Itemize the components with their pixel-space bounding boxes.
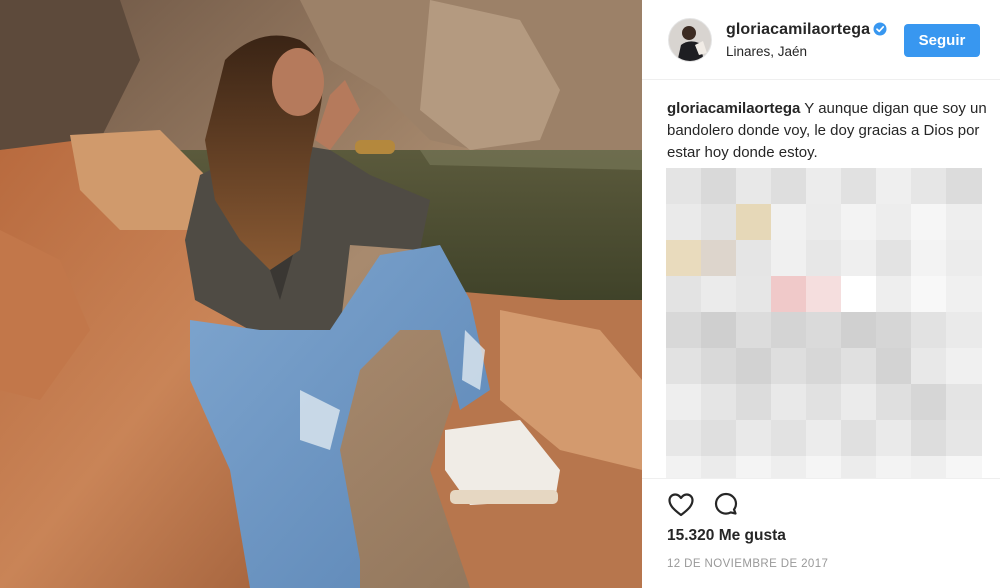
post-author-username[interactable]: gloriacamilaortega (726, 21, 870, 39)
post-date[interactable]: 12 DE NOVIEMBRE DE 2017 (667, 558, 828, 570)
pixelated-comments-area (666, 168, 982, 486)
post-header: gloriacamilaortega Linares, Jaén Seguir (642, 0, 1000, 80)
post-location[interactable]: Linares, Jaén (726, 44, 807, 59)
heart-outline-icon[interactable] (667, 491, 695, 519)
comment-bubble-icon[interactable] (712, 491, 740, 519)
post-details-panel: gloriacamilaortega Linares, Jaén Seguir … (642, 0, 1000, 588)
post-photo[interactable] (0, 0, 642, 588)
likes-count[interactable]: 15.320 Me gusta (667, 527, 786, 545)
pixelation-mosaic (666, 168, 982, 486)
post-actions: 15.320 Me gusta 12 DE NOVIEMBRE DE 2017 (642, 478, 1000, 588)
post-caption: gloriacamilaortega Y aunque digan que so… (667, 98, 987, 164)
verified-badge-icon (873, 22, 887, 36)
avatar-image (669, 19, 711, 61)
caption-username[interactable]: gloriacamilaortega (667, 100, 800, 117)
follow-button[interactable]: Seguir (904, 24, 980, 57)
avatar[interactable] (668, 18, 712, 62)
photo-illustration (0, 0, 642, 588)
